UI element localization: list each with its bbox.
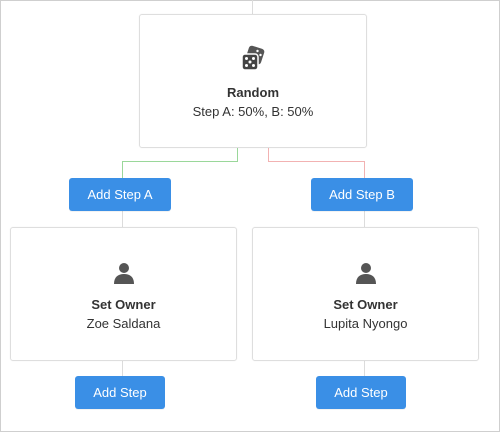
connector-top — [252, 0, 253, 14]
dice-icon — [140, 45, 366, 73]
connector-a-to-left-card — [122, 211, 123, 227]
connector-left-card-to-add — [122, 360, 123, 376]
left-set-owner-subtitle: Zoe Saldana — [86, 316, 161, 331]
left-set-owner-card[interactable]: Set Owner Zoe Saldana — [10, 227, 237, 361]
connector-b-to-right-card — [364, 211, 365, 227]
random-node-title: Random — [227, 85, 279, 100]
connector-branch-a-vertical-2 — [122, 161, 123, 178]
connector-branch-a-vertical-1 — [237, 147, 238, 161]
left-add-step-button[interactable]: Add Step — [75, 376, 165, 409]
right-set-owner-title: Set Owner — [333, 297, 398, 312]
connector-branch-b-vertical-1 — [268, 147, 269, 161]
connector-branch-b-vertical-2 — [364, 161, 365, 178]
right-set-owner-card[interactable]: Set Owner Lupita Nyongo — [252, 227, 479, 361]
add-step-a-button[interactable]: Add Step A — [69, 178, 171, 211]
random-node-card[interactable]: Random Step A: 50%, B: 50% — [139, 14, 367, 148]
random-node-subtitle: Step A: 50%, B: 50% — [192, 104, 314, 119]
user-icon — [11, 261, 236, 285]
connector-branch-b-horizontal — [268, 161, 365, 162]
connector-branch-a-horizontal — [122, 161, 238, 162]
user-icon — [253, 261, 478, 285]
right-set-owner-subtitle: Lupita Nyongo — [323, 316, 408, 331]
left-set-owner-title: Set Owner — [91, 297, 156, 312]
connector-right-card-to-add — [364, 360, 365, 376]
add-step-b-button[interactable]: Add Step B — [311, 178, 413, 211]
right-add-step-button[interactable]: Add Step — [316, 376, 406, 409]
